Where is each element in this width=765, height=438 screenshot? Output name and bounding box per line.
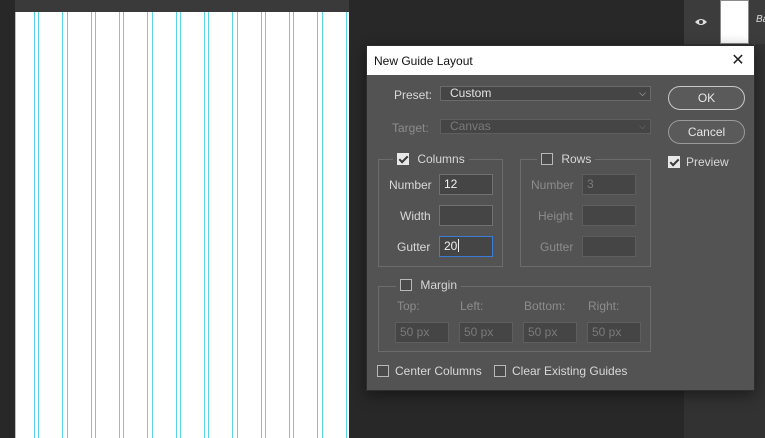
chevron-down-icon: ⌵ [639, 88, 646, 98]
margin-checkbox[interactable] [400, 279, 412, 291]
center-columns-checkbox[interactable] [377, 365, 389, 377]
margin-top-label: Top: [397, 299, 420, 313]
document-canvas[interactable] [15, 12, 349, 438]
rows-header: Rows [537, 152, 596, 166]
columns-label[interactable]: Columns [417, 152, 464, 166]
margin-left-label: Left: [460, 299, 484, 313]
column-guide [232, 12, 233, 438]
eye-icon [695, 19, 707, 25]
rows-label[interactable]: Rows [561, 152, 591, 166]
margin-label[interactable]: Margin [420, 278, 457, 292]
rows-height-input[interactable] [582, 205, 636, 226]
layer-name[interactable]: Ba [756, 14, 765, 25]
columns-gutter-input[interactable]: 20 [439, 236, 493, 257]
column-guide [123, 12, 124, 438]
column-guide [147, 12, 148, 438]
rows-height-label: Height [538, 209, 573, 223]
close-button[interactable]: ✕ [728, 50, 748, 70]
rows-checkbox[interactable] [541, 153, 553, 165]
preset-value: Custom [450, 86, 492, 100]
columns-width-label: Width [400, 209, 431, 223]
new-guide-layout-dialog: New Guide Layout ✕ Preset: Custom ⌵ Targ… [366, 45, 755, 391]
column-guide [176, 12, 177, 438]
column-guide [265, 12, 266, 438]
columns-header: Columns [393, 152, 469, 166]
columns-gutter-value: 20 [444, 239, 458, 253]
columns-number-label: Number [389, 178, 432, 192]
target-label: Target: [392, 121, 429, 135]
layer-thumbnail[interactable] [720, 0, 749, 44]
column-guide [261, 12, 262, 438]
column-guide [317, 12, 318, 438]
columns-checkbox[interactable] [397, 153, 409, 165]
target-select[interactable]: Canvas ⌵ [440, 119, 651, 134]
visibility-toggle[interactable] [684, 0, 718, 44]
columns-gutter-label: Gutter [397, 240, 431, 254]
rows-number-label: Number [531, 178, 574, 192]
rows-gutter-label: Gutter [540, 240, 574, 254]
center-columns-label[interactable]: Center Columns [395, 364, 482, 378]
margin-right-label: Right: [588, 299, 620, 313]
column-guide [180, 12, 181, 438]
margin-left-input[interactable]: 50 px [459, 322, 513, 343]
column-guide [62, 12, 63, 438]
clear-guides-label[interactable]: Clear Existing Guides [512, 364, 627, 378]
column-guide [204, 12, 205, 438]
canvas-ruler-strip [15, 0, 349, 12]
rows-gutter-input[interactable] [582, 236, 636, 257]
ok-button[interactable]: OK [668, 86, 745, 110]
margin-bottom-label: Bottom: [524, 299, 566, 313]
column-guide [67, 12, 68, 438]
preview-checkbox[interactable] [668, 156, 680, 168]
column-guide [322, 12, 323, 438]
preset-label: Preset: [394, 88, 433, 102]
close-icon: ✕ [731, 52, 745, 69]
layer-row[interactable]: Ba [684, 0, 765, 44]
rows-number-input[interactable]: 3 [582, 174, 636, 195]
chevron-down-icon: ⌵ [639, 121, 646, 131]
cancel-button[interactable]: Cancel [668, 120, 745, 144]
dialog-title: New Guide Layout [374, 53, 473, 68]
target-value: Canvas [450, 119, 491, 133]
column-guide [38, 12, 39, 438]
preset-select[interactable]: Custom ⌵ [440, 86, 651, 101]
columns-width-input[interactable] [439, 205, 493, 226]
column-guide [119, 12, 120, 438]
column-guide [91, 12, 92, 438]
column-guide [208, 12, 209, 438]
margin-header: Margin [396, 278, 462, 292]
clear-guides-checkbox[interactable] [494, 365, 506, 377]
column-guide [237, 12, 238, 438]
preview-label[interactable]: Preview [686, 155, 729, 169]
dialog-titlebar[interactable]: New Guide Layout ✕ [367, 46, 754, 75]
text-caret [458, 239, 460, 252]
margin-bottom-input[interactable]: 50 px [523, 322, 577, 343]
column-guide [293, 12, 294, 438]
columns-number-input[interactable]: 12 [439, 174, 493, 195]
column-guide [289, 12, 290, 438]
margin-top-input[interactable]: 50 px [395, 322, 449, 343]
column-guide [346, 12, 347, 438]
column-guide [152, 12, 153, 438]
column-guide [95, 12, 96, 438]
margin-right-input[interactable]: 50 px [587, 322, 641, 343]
column-guide [34, 12, 35, 438]
